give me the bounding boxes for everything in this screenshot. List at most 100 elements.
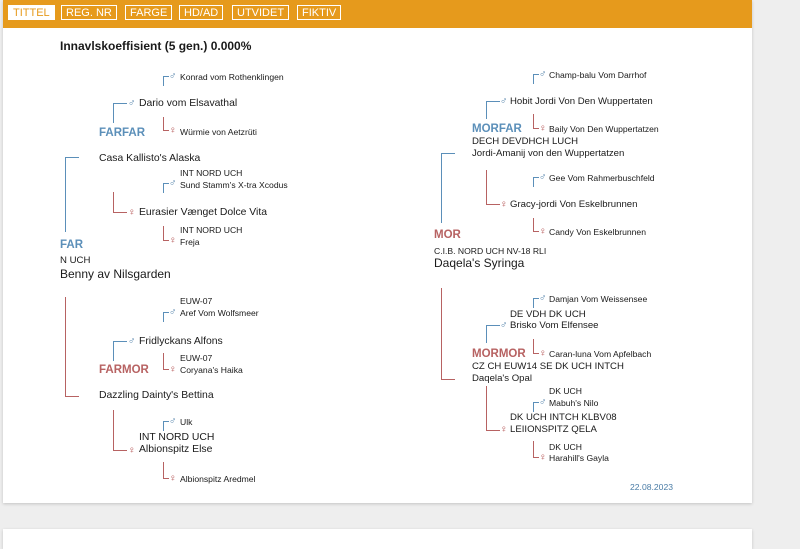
- connector: [533, 402, 534, 412]
- farfar-role: FARFAR: [99, 127, 145, 139]
- farfar-mor-far-title: INT NORD UCH: [180, 168, 243, 178]
- connector: [486, 101, 487, 119]
- connector: [441, 379, 455, 380]
- farmor-far-mor-name[interactable]: Coryana's Haika: [180, 364, 243, 376]
- mormor-name[interactable]: Daqela's Opal: [472, 373, 532, 385]
- farmor-far-name[interactable]: Fridlyckans Alfons: [139, 336, 223, 348]
- connector: [113, 450, 127, 451]
- female-icon: ♀: [539, 226, 547, 237]
- connector: [65, 157, 66, 232]
- connector: [486, 386, 487, 430]
- farfar-far-mor-name[interactable]: Würmie von Aetzrüti: [180, 126, 257, 138]
- female-icon: ♀: [169, 364, 177, 375]
- morfar-mor-name[interactable]: Gracy-jordi Von Eskelbrunnen: [510, 199, 637, 211]
- female-icon: ♀: [128, 207, 136, 218]
- tab-fiktiv[interactable]: FIKTIV: [297, 5, 342, 20]
- morfar-far-mor-name[interactable]: Baily Von Den Wuppertatzen: [549, 123, 659, 135]
- farfar-mor-far-name[interactable]: Sund Stamm's X-tra Xcodus: [180, 179, 288, 191]
- farmor-far-far-name[interactable]: Aref Vom Wolfsmeer: [180, 307, 259, 319]
- connector: [65, 157, 79, 158]
- connector: [441, 153, 442, 223]
- male-icon: ♂: [128, 336, 136, 347]
- farmor-role: FARMOR: [99, 364, 149, 376]
- connector: [441, 153, 455, 154]
- tab-utvidet[interactable]: UTVIDET: [232, 5, 290, 20]
- mormor-role: MORMOR: [472, 348, 526, 360]
- female-icon: ♀: [169, 125, 177, 136]
- mormor-far-far-name[interactable]: Damjan Vom Weissensee: [549, 293, 647, 305]
- connector: [113, 341, 114, 361]
- tab-farge[interactable]: FARGE: [125, 5, 173, 20]
- farmor-mor-far-name[interactable]: Ulk: [180, 416, 192, 428]
- farmor-far-far-title: EUW-07: [180, 296, 213, 306]
- farfar-far-name[interactable]: Dario vom Elsavathal: [139, 98, 237, 110]
- connector: [113, 192, 114, 212]
- connector: [533, 298, 534, 308]
- mormor-far-name[interactable]: Brisko Vom Elfensee: [510, 320, 599, 332]
- male-icon: ♂: [169, 416, 177, 427]
- tab-hd-ad[interactable]: HD/AD: [179, 5, 224, 20]
- farmor-name[interactable]: Dazzling Dainty's Bettina: [99, 390, 214, 402]
- female-icon: ♀: [128, 445, 136, 456]
- female-icon: ♀: [500, 424, 508, 435]
- far-name[interactable]: Benny av Nilsgarden: [60, 268, 171, 280]
- male-icon: ♂: [500, 96, 508, 107]
- farfar-mor-name[interactable]: Eurasier Vænget Dolce Vita: [139, 207, 267, 219]
- connector: [533, 218, 534, 231]
- connector: [113, 212, 127, 213]
- mormor-mor-name[interactable]: LEIIONSPITZ QELA: [510, 424, 597, 436]
- mormor-mor-mor-name[interactable]: Harahill's Gayla: [549, 452, 609, 464]
- tab-reg-nr[interactable]: REG. NR: [61, 5, 117, 20]
- mormor-mor-title: DK UCH INTCH KLBV08: [510, 412, 617, 423]
- far-role: FAR: [60, 239, 83, 251]
- second-card: [3, 529, 752, 549]
- connector: [163, 183, 164, 193]
- farmor-mor-mor-name[interactable]: Albionspitz Aredmel: [180, 473, 255, 485]
- mormor-mor-far-name[interactable]: Mabuh's Nilo: [549, 397, 598, 409]
- female-icon: ♀: [169, 235, 177, 246]
- morfar-mor-mor-name[interactable]: Candy Von Eskelbrunnen: [549, 226, 646, 238]
- connector: [533, 74, 534, 84]
- farfar-mor-mor-name[interactable]: Freja: [180, 236, 200, 248]
- connector: [486, 325, 500, 326]
- female-icon: ♀: [500, 199, 508, 210]
- connector: [65, 297, 66, 397]
- far-title: N UCH: [60, 255, 91, 266]
- mor-role: MOR: [434, 229, 461, 241]
- connector: [163, 353, 164, 369]
- connector: [486, 170, 487, 204]
- female-icon: ♀: [169, 473, 177, 484]
- farfar-mor-mor-title: INT NORD UCH: [180, 225, 243, 235]
- farmor-mor-name[interactable]: Albionspitz Else: [139, 444, 212, 456]
- female-icon: ♀: [539, 348, 547, 359]
- female-icon: ♀: [539, 452, 547, 463]
- morfar-far-far-name[interactable]: Champ-balu Vom Darrhof: [549, 69, 646, 81]
- male-icon: ♂: [539, 397, 547, 408]
- mormor-mor-far-title: DK UCH: [549, 386, 582, 396]
- inbreeding-coefficient: Innavlskoeffisient (5 gen.) 0.000%: [60, 39, 252, 53]
- farfar-far-far-name[interactable]: Konrad vom Rothenklingen: [180, 71, 284, 83]
- morfar-name[interactable]: Jordi-Amanij von den Wuppertatzen: [472, 148, 624, 160]
- connector: [113, 103, 114, 123]
- morfar-far-name[interactable]: Hobit Jordi Von Den Wuppertaten: [510, 96, 653, 108]
- male-icon: ♂: [539, 293, 547, 304]
- farfar-name[interactable]: Casa Kallisto's Alaska: [99, 153, 200, 165]
- connector: [533, 339, 534, 353]
- mormor-far-mor-name[interactable]: Caran-luna Vom Apfelbach: [549, 348, 651, 360]
- connector: [163, 76, 164, 86]
- connector: [486, 325, 487, 343]
- connector: [163, 312, 164, 322]
- connector: [486, 430, 500, 431]
- connector: [533, 114, 534, 128]
- male-icon: ♂: [128, 98, 136, 109]
- connector: [113, 410, 114, 450]
- tab-tittel[interactable]: TITTEL: [8, 5, 55, 20]
- connector: [163, 421, 164, 431]
- male-icon: ♂: [500, 320, 508, 331]
- morfar-mor-far-name[interactable]: Gee Vom Rahmerbuschfeld: [549, 172, 655, 184]
- connector: [113, 341, 127, 342]
- mormor-title: CZ CH EUW14 SE DK UCH INTCH: [472, 361, 624, 372]
- connector: [65, 396, 79, 397]
- tab-bar: TITTEL REG. NR FARGE HD/AD UTVIDET FIKTI…: [3, 0, 752, 28]
- mor-name[interactable]: Daqela's Syringa: [434, 257, 524, 269]
